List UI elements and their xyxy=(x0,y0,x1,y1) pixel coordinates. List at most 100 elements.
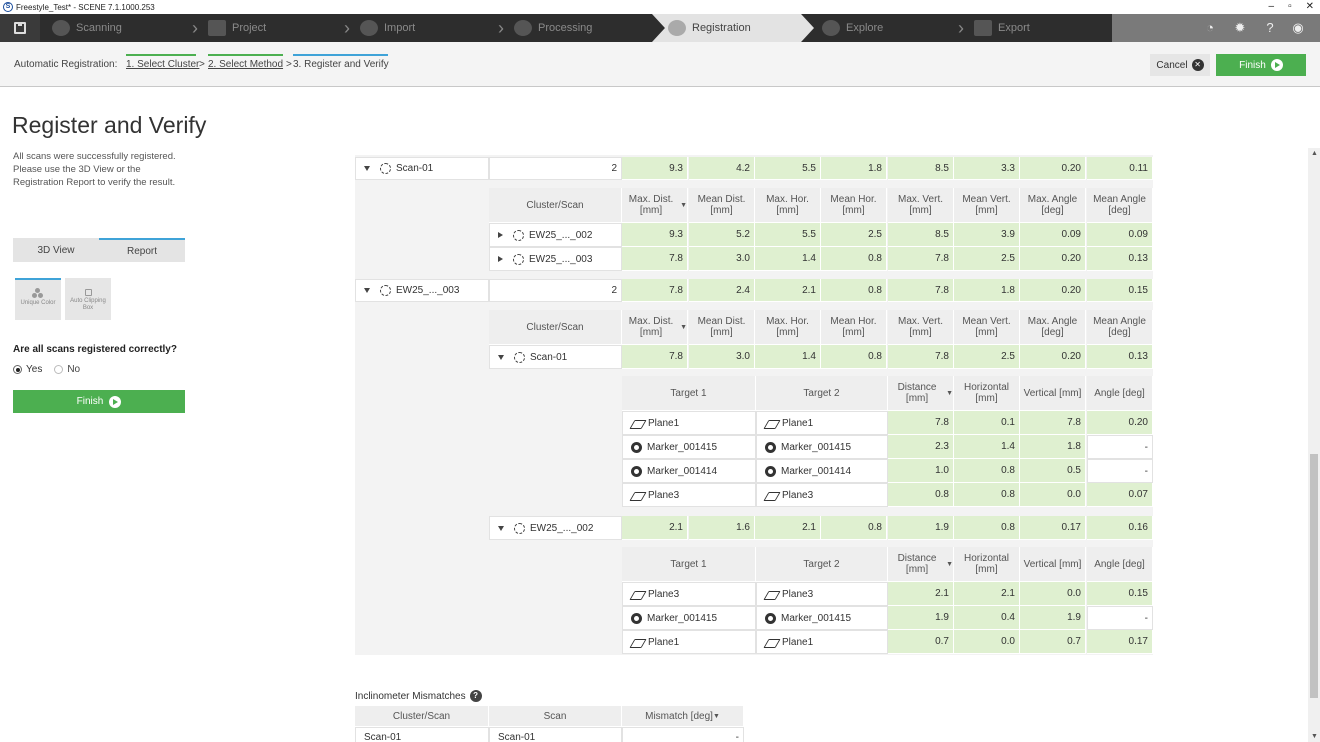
target-value: 0.8 xyxy=(954,483,1020,507)
column-header[interactable]: Mean Angle [deg] xyxy=(1087,188,1153,223)
value-text: 0.8 xyxy=(868,284,882,296)
column-header[interactable]: Mean Dist. [mm] xyxy=(689,310,755,345)
target1-cell: Marker_001415 xyxy=(622,435,756,459)
target1-cell: Plane1 xyxy=(622,411,756,435)
scroll-up-arrow-icon[interactable]: ▲ xyxy=(1311,150,1318,157)
cluster-row-scan01[interactable]: Scan-01 xyxy=(355,157,489,180)
scroll-down-arrow-icon[interactable]: ▼ xyxy=(1311,733,1318,740)
finish-button[interactable]: Finish xyxy=(13,390,185,413)
column-header[interactable]: Target 1 xyxy=(622,547,756,582)
nav-step-project[interactable]: Project xyxy=(208,14,266,42)
cancel-button[interactable]: Cancel ✕ xyxy=(1150,54,1210,76)
column-header[interactable]: Mean Vert. [mm] xyxy=(954,310,1020,345)
column-header[interactable]: Mean Vert. [mm] xyxy=(954,188,1020,223)
nav-step-processing[interactable]: Processing xyxy=(514,14,592,42)
column-header[interactable]: Max. Angle [deg] xyxy=(1020,188,1086,223)
inclinometer-header[interactable]: Mismatch [deg] ▼ xyxy=(622,706,744,727)
target1-cell: Plane3 xyxy=(622,483,756,507)
child-scan-row[interactable]: EW25_..._002 xyxy=(489,516,622,540)
child-scan-row[interactable]: EW25_..._003 xyxy=(489,247,622,271)
column-header[interactable]: Target 2 xyxy=(756,547,888,582)
maximize-button[interactable]: ▫ xyxy=(1288,0,1292,14)
unique-color-option[interactable]: Unique Color xyxy=(15,278,61,320)
value-cell: 3.3 xyxy=(954,157,1020,180)
column-header[interactable]: Cluster/Scan xyxy=(489,310,622,345)
minimize-button[interactable]: – xyxy=(1269,0,1275,14)
column-header[interactable]: Max. Vert. [mm] xyxy=(888,188,954,223)
device-icon[interactable]: ◉ xyxy=(1290,20,1306,36)
radio-yes-label: Yes xyxy=(26,364,43,375)
column-header[interactable]: Max. Dist. [mm] ▼ xyxy=(622,188,688,223)
help-circle-icon[interactable]: ? xyxy=(469,690,482,702)
value-text: 0.8 xyxy=(1001,489,1015,500)
expand-arrow-icon xyxy=(498,256,503,262)
child-scan-row[interactable]: Scan-01 xyxy=(489,345,622,369)
radio-yes[interactable] xyxy=(13,365,22,374)
close-window-button[interactable]: ✕ xyxy=(1306,0,1314,14)
value-text: 2.1 xyxy=(802,522,816,533)
sort-arrow-icon[interactable]: ▼ xyxy=(946,559,953,570)
timer-icon[interactable]: ◔ xyxy=(1202,20,1218,36)
column-header[interactable]: Max. Hor. [mm] xyxy=(755,188,821,223)
value-text: 9.3 xyxy=(669,229,683,240)
collapse-arrow-icon xyxy=(364,166,370,171)
nav-step-explore[interactable]: Explore xyxy=(822,14,883,42)
finish-button-top[interactable]: Finish xyxy=(1216,54,1306,76)
nav-step-import[interactable]: Import xyxy=(360,14,415,42)
column-header[interactable]: Angle [deg] xyxy=(1087,376,1153,411)
funnel-icon xyxy=(514,20,532,36)
value-cell: 0.15 xyxy=(1087,279,1153,302)
target2-cell: Marker_001414 xyxy=(756,459,888,483)
sort-arrow-icon[interactable]: ▼ xyxy=(946,388,953,399)
cluster-row-ew003[interactable]: EW25_..._003 xyxy=(355,279,489,302)
gear-icon[interactable]: ✹ xyxy=(1232,20,1248,36)
value-text: 0.20 xyxy=(1061,162,1081,174)
radio-no[interactable] xyxy=(54,365,64,374)
value-text: 7.8 xyxy=(669,351,683,362)
vertical-scrollbar[interactable]: ▲ ▼ xyxy=(1308,148,1320,742)
sort-arrow-icon[interactable]: ▼ xyxy=(680,200,687,211)
nav-step-registration[interactable]: Registration xyxy=(668,14,751,42)
finish-label: Finish xyxy=(76,396,104,407)
save-button[interactable] xyxy=(0,14,40,42)
target-value: 0.4 xyxy=(954,606,1020,630)
breadcrumb-step2[interactable]: 2. Select Method xyxy=(208,59,283,70)
column-header[interactable]: Max. Dist. [mm] ▼ xyxy=(622,310,688,345)
column-header[interactable]: Angle [deg] xyxy=(1087,547,1153,582)
scroll-thumb[interactable] xyxy=(1310,454,1318,698)
auto-clipping-box-option[interactable]: Auto Clipping Box xyxy=(65,278,111,320)
inclinometer-header[interactable]: Scan xyxy=(489,706,622,727)
value-cell: 4.2 xyxy=(689,157,755,180)
column-header[interactable]: Target 2 xyxy=(756,376,888,411)
column-header[interactable]: Target 1 xyxy=(622,376,756,411)
column-header[interactable]: Distance [mm] ▼ xyxy=(888,547,954,582)
nav-step-scanning[interactable]: Scanning xyxy=(52,14,122,42)
inclinometer-header[interactable]: Cluster/Scan xyxy=(355,706,489,727)
column-header[interactable]: Distance [mm] ▼ xyxy=(888,376,954,411)
help-icon[interactable]: ? xyxy=(1262,20,1278,36)
nav-step-export[interactable]: Export xyxy=(974,14,1030,42)
value-text: 0.0 xyxy=(1067,588,1081,599)
tab-3d-view[interactable]: 3D View xyxy=(13,238,99,262)
column-header[interactable]: Horizontal [mm] xyxy=(954,547,1020,582)
tab-report[interactable]: Report xyxy=(99,238,185,262)
column-header[interactable]: Max. Hor. [mm] xyxy=(755,310,821,345)
column-header[interactable]: Max. Angle [deg] xyxy=(1020,310,1086,345)
column-header[interactable]: Mean Hor. [mm] xyxy=(821,310,887,345)
value-text: 7.8 xyxy=(669,253,683,264)
column-header[interactable]: Horizontal [mm] xyxy=(954,376,1020,411)
breadcrumb-step1[interactable]: 1. Select Cluster xyxy=(126,59,199,70)
child-scan-row[interactable]: EW25_..._002 xyxy=(489,223,622,247)
target-value: 0.0 xyxy=(954,630,1020,654)
column-header[interactable]: Vertical [mm] xyxy=(1020,376,1086,411)
column-header[interactable]: Mean Dist. [mm] xyxy=(689,188,755,223)
column-header[interactable]: Max. Vert. [mm] xyxy=(888,310,954,345)
column-header[interactable]: Vertical [mm] xyxy=(1020,547,1086,582)
marker-icon xyxy=(631,612,642,624)
target-value: 1.0 xyxy=(888,459,954,483)
sort-arrow-icon[interactable]: ▼ xyxy=(680,322,687,333)
sort-arrow-icon[interactable]: ▼ xyxy=(713,711,720,722)
column-header[interactable]: Mean Angle [deg] xyxy=(1087,310,1153,345)
column-header[interactable]: Mean Hor. [mm] xyxy=(821,188,887,223)
column-header[interactable]: Cluster/Scan xyxy=(489,188,622,223)
